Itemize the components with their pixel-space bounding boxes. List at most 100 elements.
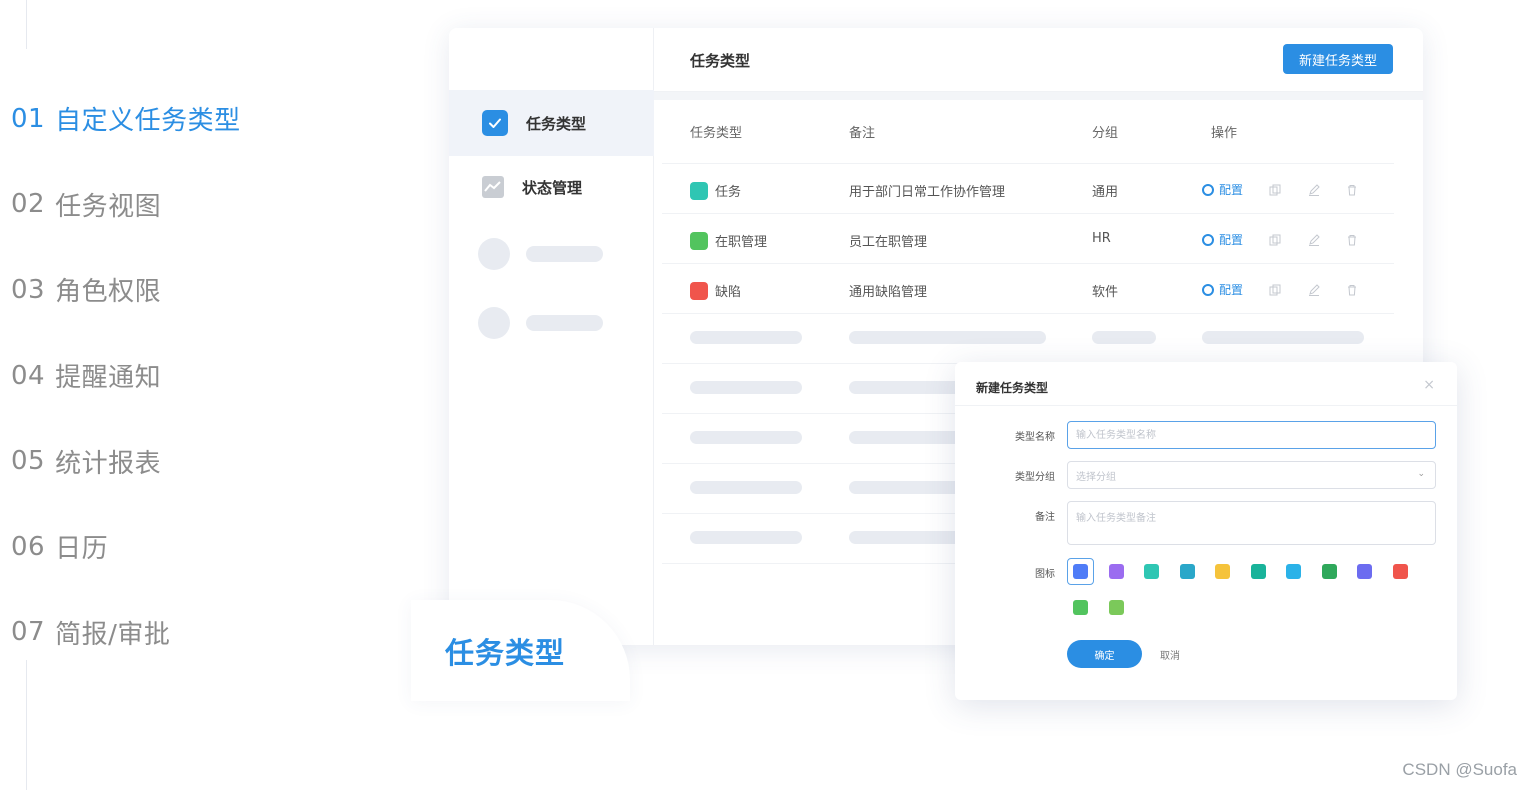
trash-icon[interactable] bbox=[1346, 284, 1358, 296]
group-cell: 通用 bbox=[1092, 185, 1119, 200]
content-header: 任务类型 新建任务类型 bbox=[654, 28, 1423, 92]
task-type-icon bbox=[1321, 564, 1337, 579]
type-name-label: 类型名称 bbox=[1015, 432, 1055, 443]
placeholder-bar bbox=[690, 331, 802, 344]
group-cell: 软件 bbox=[1092, 285, 1119, 300]
new-task-type-dialog: 新建任务类型 × 类型名称 类型分组 选择分组 ⌄ 备注 图标 确定 取消 bbox=[955, 362, 1457, 700]
table-row: 在职管理 员工在职管理 HR 配置 bbox=[662, 214, 1394, 264]
check-icon bbox=[482, 110, 508, 136]
type-cell: 缺陷 bbox=[690, 281, 741, 300]
icon-option[interactable] bbox=[1138, 558, 1165, 585]
sidebar-item-label: 状态管理 bbox=[522, 178, 583, 197]
feature-number: 02 bbox=[11, 189, 46, 220]
feature-item[interactable]: 04 提醒通知 bbox=[11, 333, 341, 419]
content-divider bbox=[654, 92, 1423, 100]
table-row: 缺陷 通用缺陷管理 软件 配置 bbox=[662, 264, 1394, 314]
feature-item[interactable]: 05 统计报表 bbox=[11, 418, 341, 504]
task-type-icon bbox=[690, 281, 708, 300]
chart-icon bbox=[482, 176, 504, 198]
type-group-select[interactable]: 选择分组 ⌄ bbox=[1067, 461, 1436, 489]
edit-icon[interactable] bbox=[1308, 284, 1320, 296]
feature-label: 简报/审批 bbox=[55, 619, 171, 650]
icon-option[interactable] bbox=[1315, 558, 1343, 585]
feature-label: 日历 bbox=[55, 534, 109, 565]
task-type-icon bbox=[1073, 600, 1088, 615]
sidebar-item-label: 任务类型 bbox=[526, 114, 587, 133]
feature-number: 04 bbox=[11, 360, 46, 391]
placeholder-bar bbox=[526, 246, 603, 262]
trash-icon[interactable] bbox=[1346, 234, 1358, 246]
placeholder-bar bbox=[1202, 331, 1364, 344]
copy-icon[interactable] bbox=[1269, 234, 1281, 246]
task-type-icon bbox=[1144, 564, 1159, 579]
confirm-button[interactable]: 确定 bbox=[1067, 640, 1142, 668]
icon-label: 图标 bbox=[1035, 569, 1055, 580]
icon-option[interactable] bbox=[1067, 558, 1094, 585]
placeholder-bar bbox=[690, 531, 802, 544]
type-group-placeholder: 选择分组 bbox=[1076, 471, 1116, 483]
cancel-button[interactable]: 取消 bbox=[1160, 647, 1180, 662]
placeholder-row bbox=[662, 314, 1394, 364]
feature-item[interactable]: 01 自定义任务类型 bbox=[11, 76, 341, 162]
task-type-icon bbox=[1073, 564, 1088, 579]
note-textarea[interactable] bbox=[1067, 501, 1436, 545]
task-type-icon bbox=[1108, 600, 1124, 615]
config-button[interactable]: 配置 bbox=[1202, 281, 1243, 298]
placeholder-avatar bbox=[478, 307, 510, 339]
config-button[interactable]: 配置 bbox=[1202, 181, 1243, 198]
icon-option[interactable] bbox=[1386, 558, 1414, 585]
icon-option[interactable] bbox=[1173, 558, 1201, 585]
icon-option[interactable] bbox=[1209, 558, 1236, 585]
sidebar-item-status-management[interactable]: 状态管理 bbox=[449, 154, 654, 220]
task-type-icon bbox=[1286, 564, 1301, 579]
close-icon[interactable]: × bbox=[1423, 377, 1435, 393]
config-label: 配置 bbox=[1219, 183, 1244, 197]
type-name: 在职管理 bbox=[715, 235, 768, 250]
task-type-icon bbox=[690, 231, 708, 250]
trash-icon[interactable] bbox=[1346, 184, 1358, 196]
placeholder-bar bbox=[690, 431, 802, 444]
feature-label-card: 任务类型 bbox=[411, 600, 630, 701]
edit-icon[interactable] bbox=[1308, 234, 1320, 246]
column-header-group: 分组 bbox=[1092, 126, 1119, 141]
placeholder-bar bbox=[1092, 331, 1156, 344]
feature-label: 角色权限 bbox=[55, 277, 162, 308]
watermark: CSDN @Suofa bbox=[1402, 760, 1517, 779]
app-sidebar: 任务类型 状态管理 bbox=[449, 28, 654, 645]
icon-option[interactable] bbox=[1102, 558, 1130, 585]
copy-icon[interactable] bbox=[1269, 184, 1281, 196]
placeholder-bar bbox=[526, 315, 603, 331]
task-type-icon bbox=[1108, 564, 1124, 579]
type-cell: 任务 bbox=[690, 181, 741, 200]
feature-nav: 01 自定义任务类型 02 任务视图 03 角色权限 04 提醒通知 05 统计报表 06 日历 07 简… bbox=[11, 76, 341, 675]
column-header-type: 任务类型 bbox=[690, 126, 743, 141]
gear-icon bbox=[1202, 283, 1214, 296]
icon-option[interactable] bbox=[1102, 594, 1130, 621]
sidebar-item-task-types[interactable]: 任务类型 bbox=[449, 90, 654, 156]
feature-item[interactable]: 07 简报/审批 bbox=[11, 590, 341, 676]
feature-number: 01 bbox=[11, 103, 46, 134]
placeholder-avatar bbox=[478, 238, 510, 270]
task-type-icon bbox=[1215, 564, 1230, 579]
icon-option[interactable] bbox=[1244, 558, 1272, 585]
placeholder-bar bbox=[690, 381, 802, 394]
icon-option[interactable] bbox=[1280, 558, 1307, 585]
icon-option[interactable] bbox=[1351, 558, 1378, 585]
type-name-input[interactable] bbox=[1067, 421, 1436, 449]
task-type-icon bbox=[1179, 564, 1195, 579]
config-button[interactable]: 配置 bbox=[1202, 231, 1243, 248]
column-header-actions: 操作 bbox=[1211, 126, 1238, 141]
icon-option[interactable] bbox=[1067, 594, 1094, 621]
page-title: 任务类型 bbox=[690, 52, 751, 70]
edit-icon[interactable] bbox=[1308, 184, 1320, 196]
type-group-label: 类型分组 bbox=[1015, 472, 1055, 483]
feature-item[interactable]: 03 角色权限 bbox=[11, 247, 341, 333]
feature-item[interactable]: 02 任务视图 bbox=[11, 162, 341, 248]
note-cell: 通用缺陷管理 bbox=[849, 285, 928, 300]
gear-icon bbox=[1202, 233, 1214, 246]
placeholder-bar bbox=[690, 481, 802, 494]
config-label: 配置 bbox=[1219, 233, 1244, 247]
copy-icon[interactable] bbox=[1269, 284, 1281, 296]
feature-item[interactable]: 06 日历 bbox=[11, 504, 341, 590]
new-task-type-button[interactable]: 新建任务类型 bbox=[1283, 44, 1393, 74]
